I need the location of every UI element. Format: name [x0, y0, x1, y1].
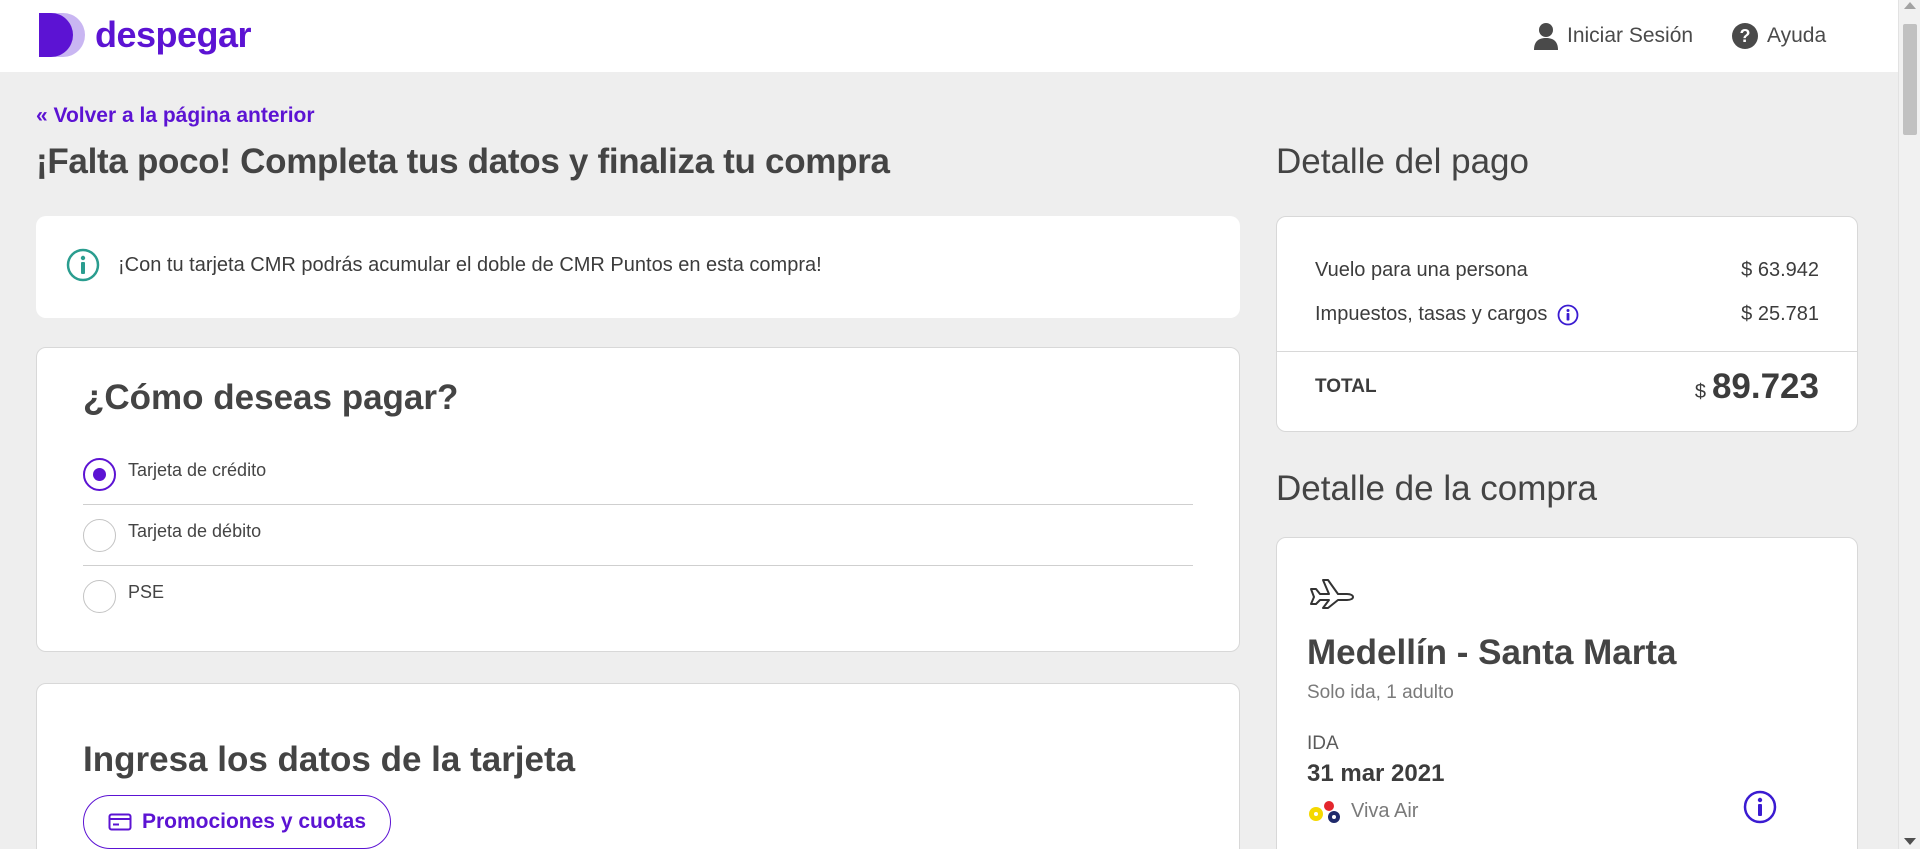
brand-name: despegar	[95, 14, 252, 55]
purchase-detail-title: Detalle de la compra	[1276, 469, 1597, 508]
fare-row: Vuelo para una persona $ 63.942	[1315, 259, 1819, 282]
login-link[interactable]: Iniciar Sesión	[1533, 22, 1693, 50]
route-title: Medellín - Santa Marta	[1307, 633, 1677, 672]
radio-debit-card[interactable]	[83, 518, 116, 552]
user-icon	[1534, 23, 1558, 50]
taxes-row: Impuestos, tasas y cargos $ 25.781	[1315, 303, 1819, 326]
option-label: Tarjeta de crédito	[128, 459, 267, 480]
airline-row: Viva Air	[1307, 796, 1418, 826]
payment-method-card: ¿Cómo deseas pagar? Tarjeta de crédito T…	[36, 347, 1240, 652]
card-data-section: Ingresa los datos de la tarjeta Promocio…	[36, 683, 1240, 849]
total-amount: 89.723	[1711, 367, 1819, 406]
fare-label: Vuelo para una persona	[1315, 259, 1528, 281]
cmr-info-banner: ¡Con tu tarjeta CMR podrás acumular el d…	[36, 216, 1240, 318]
help-label: Ayuda	[1767, 24, 1827, 47]
radio-pse[interactable]	[83, 580, 116, 613]
trip-summary: Solo ida, 1 adulto	[1307, 682, 1454, 703]
flight-date: 31 mar 2021	[1307, 760, 1445, 787]
total-value-group: $ 89.723	[1695, 367, 1819, 407]
page-title: ¡Falta poco! Completa tus datos y finali…	[36, 142, 890, 181]
svg-text:?: ?	[1740, 26, 1751, 46]
payment-option-debit-card[interactable]: Tarjeta de débito	[83, 505, 1193, 566]
info-message: ¡Con tu tarjeta CMR podrás acumular el d…	[118, 254, 822, 276]
payment-detail-title: Detalle del pago	[1276, 142, 1529, 181]
total-currency: $	[1694, 381, 1706, 403]
option-label: PSE	[128, 582, 165, 602]
payment-option-pse[interactable]: PSE	[83, 566, 1193, 627]
airline-name: Viva Air	[1351, 799, 1419, 822]
payment-detail-card: Vuelo para una persona $ 63.942 Impuesto…	[1276, 216, 1858, 432]
login-label: Iniciar Sesión	[1567, 24, 1694, 47]
plane-icon	[1310, 579, 1354, 609]
purchase-detail-card: Medellín - Santa Marta Solo ida, 1 adult…	[1276, 537, 1858, 849]
back-link[interactable]: « Volver a la página anterior	[36, 104, 315, 128]
scroll-thumb[interactable]	[1903, 24, 1917, 135]
payment-option-credit-card[interactable]: Tarjeta de crédito	[83, 444, 1193, 505]
despegar-logo[interactable]: despegar	[37, 11, 252, 59]
payment-method-title: ¿Cómo deseas pagar?	[83, 378, 459, 417]
help-circle-icon: ?	[1732, 23, 1758, 49]
despegar-logo-icon	[39, 13, 85, 57]
promotions-button[interactable]: Promociones y cuotas	[83, 795, 391, 849]
top-header: despegar Iniciar Sesión ? Ayuda	[0, 0, 1898, 72]
scroll-down-arrow-icon[interactable]	[1904, 838, 1916, 845]
info-circle-icon	[66, 248, 100, 282]
radio-credit-card[interactable]	[83, 457, 116, 491]
total-label: TOTAL	[1315, 376, 1377, 397]
promotions-label: Promociones y cuotas	[141, 810, 367, 833]
taxes-label: Impuestos, tasas y cargos	[1315, 303, 1548, 325]
card-data-title: Ingresa los datos de la tarjeta	[83, 740, 576, 779]
info-circle-icon[interactable]	[1743, 790, 1777, 824]
vertical-scrollbar[interactable]	[1898, 0, 1920, 849]
option-label: Tarjeta de débito	[128, 520, 262, 541]
total-row: TOTAL $ 89.723	[1315, 367, 1819, 407]
help-link[interactable]: ? Ayuda	[1731, 22, 1826, 50]
fare-value: $ 63.942	[1741, 259, 1819, 281]
scroll-up-arrow-icon[interactable]	[1904, 2, 1916, 9]
taxes-value: $ 25.781	[1741, 303, 1819, 325]
credit-card-icon	[108, 813, 132, 831]
info-circle-icon[interactable]	[1557, 304, 1579, 326]
taxes-label-group: Impuestos, tasas y cargos	[1315, 303, 1579, 326]
viva-air-logo	[1309, 801, 1340, 823]
divider	[1277, 351, 1857, 352]
leg-label: IDA	[1307, 733, 1339, 754]
